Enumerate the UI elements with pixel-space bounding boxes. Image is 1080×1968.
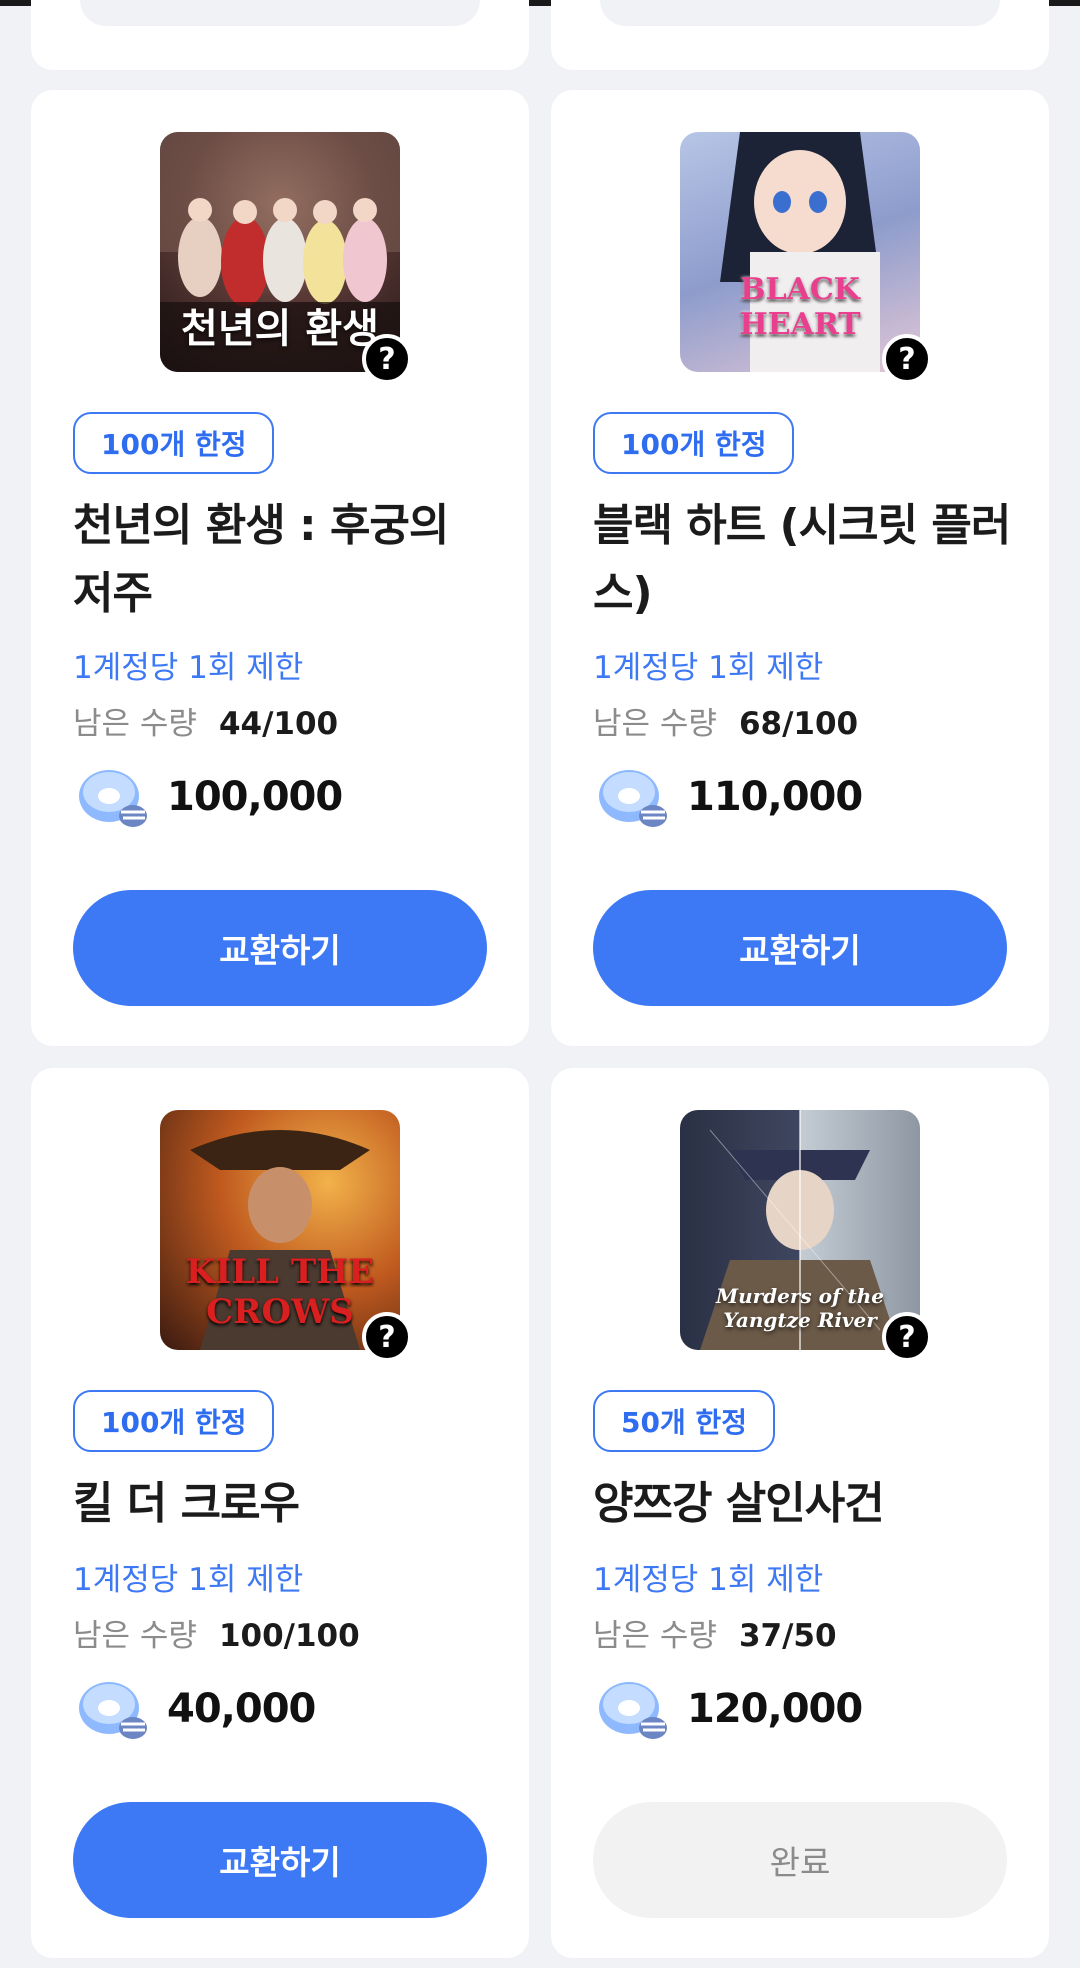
donut-coin-icon bbox=[79, 1682, 147, 1739]
exchange-item-card: BLACK HEART ? 100개 한정 블랙 하트 (시크릿 플러스) 1계… bbox=[551, 90, 1049, 1046]
price-value: 110,000 bbox=[687, 774, 863, 820]
item-title: 천년의 환생 : 후궁의 저주 bbox=[73, 500, 449, 619]
limited-quantity-badge: 100개 한정 bbox=[73, 1390, 275, 1452]
question-circle-icon[interactable]: ? bbox=[882, 334, 932, 384]
question-circle-icon[interactable]: ? bbox=[362, 1312, 412, 1362]
exchange-item-grid: 천년의 환생 ? 100개 한정 천년의 환생 : 후궁의 저주 1계정당 1회… bbox=[31, 90, 1049, 1958]
question-circle-icon[interactable]: ? bbox=[882, 1312, 932, 1362]
item-thumbnail[interactable]: Murders of the Yangtze River ? bbox=[680, 1110, 932, 1362]
remaining-label: 남은 수량 bbox=[593, 1618, 717, 1654]
purchase-limit-text: 1계정당 1회 제한 bbox=[73, 650, 304, 686]
limited-quantity-badge: 100개 한정 bbox=[593, 412, 795, 474]
item-title: 양쯔강 살인사건 bbox=[593, 1478, 885, 1529]
item-thumbnail[interactable]: KILL THE CROWS ? bbox=[160, 1110, 412, 1362]
cover-title: 천년의 환생 bbox=[181, 305, 379, 352]
item-thumbnail[interactable]: 천년의 환생 ? bbox=[160, 132, 412, 384]
limited-quantity-badge: 50개 한정 bbox=[593, 1390, 775, 1452]
price-row: 40,000 bbox=[73, 1668, 316, 1750]
price-row: 100,000 bbox=[73, 756, 343, 838]
item-title: 블랙 하트 (시크릿 플러스) bbox=[593, 500, 1011, 619]
exchange-item-card: KILL THE CROWS ? 100개 한정 킬 더 크로우 1계정당 1회… bbox=[31, 1068, 529, 1958]
exchange-button[interactable]: 교환하기 bbox=[593, 890, 1007, 1006]
remaining-quantity: 남은 수량 100/100 bbox=[73, 1610, 360, 1655]
price-value: 100,000 bbox=[167, 774, 343, 820]
purchase-limit-text: 1계정당 1회 제한 bbox=[593, 650, 824, 686]
item-title: 킬 더 크로우 bbox=[73, 1478, 300, 1529]
item-thumbnail[interactable]: BLACK HEART ? bbox=[680, 132, 932, 384]
cover-title: KILL THE CROWS bbox=[185, 1252, 375, 1332]
purchase-limit-text: 1계정당 1회 제한 bbox=[73, 1562, 304, 1598]
previous-card-bottom bbox=[551, 0, 1049, 70]
remaining-value: 37/50 bbox=[738, 1618, 837, 1654]
exchange-item-card: 천년의 환생 ? 100개 한정 천년의 환생 : 후궁의 저주 1계정당 1회… bbox=[31, 90, 529, 1046]
price-value: 40,000 bbox=[167, 1686, 316, 1732]
completed-button[interactable]: 완료 bbox=[593, 1802, 1007, 1918]
donut-coin-icon bbox=[79, 770, 147, 827]
remaining-quantity: 남은 수량 68/100 bbox=[593, 698, 858, 743]
donut-coin-icon bbox=[599, 770, 667, 827]
price-row: 110,000 bbox=[593, 756, 863, 838]
exchange-button[interactable]: 교환하기 bbox=[73, 1802, 487, 1918]
remaining-quantity: 남은 수량 37/50 bbox=[593, 1610, 837, 1655]
cover-title: BLACK HEART bbox=[739, 272, 861, 342]
previous-card-bottom bbox=[31, 0, 529, 70]
question-circle-icon[interactable]: ? bbox=[362, 334, 412, 384]
remaining-label: 남은 수량 bbox=[73, 1618, 197, 1654]
remaining-value: 44/100 bbox=[218, 706, 339, 742]
remaining-value: 68/100 bbox=[738, 706, 859, 742]
price-row: 120,000 bbox=[593, 1668, 863, 1750]
remaining-value: 100/100 bbox=[218, 1618, 360, 1654]
limited-quantity-badge: 100개 한정 bbox=[73, 412, 275, 474]
remaining-label: 남은 수량 bbox=[73, 706, 197, 742]
exchange-item-card: Murders of the Yangtze River ? 50개 한정 양쯔… bbox=[551, 1068, 1049, 1958]
remaining-label: 남은 수량 bbox=[593, 706, 717, 742]
remaining-quantity: 남은 수량 44/100 bbox=[73, 698, 338, 743]
donut-coin-icon bbox=[599, 1682, 667, 1739]
price-value: 120,000 bbox=[687, 1686, 863, 1732]
exchange-button[interactable]: 교환하기 bbox=[73, 890, 487, 1006]
purchase-limit-text: 1계정당 1회 제한 bbox=[593, 1562, 824, 1598]
